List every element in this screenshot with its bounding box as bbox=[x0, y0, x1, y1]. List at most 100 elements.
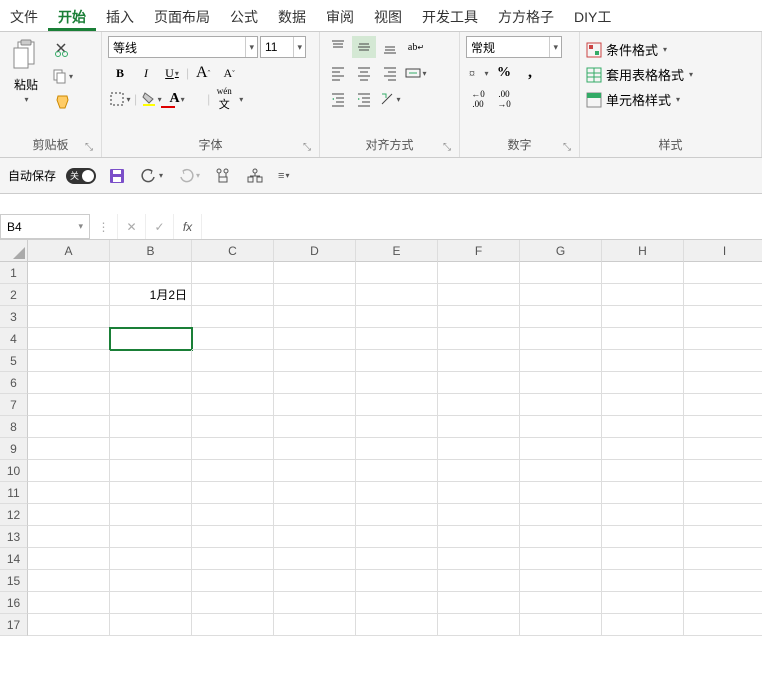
cell-D7[interactable] bbox=[274, 394, 356, 416]
cell-C3[interactable] bbox=[192, 306, 274, 328]
cell-I8[interactable] bbox=[684, 416, 762, 438]
font-size-input[interactable] bbox=[261, 40, 293, 54]
merge-button[interactable]: ▾ bbox=[404, 62, 428, 84]
cell-C16[interactable] bbox=[192, 592, 274, 614]
cell-I3[interactable] bbox=[684, 306, 762, 328]
row-header-16[interactable]: 16 bbox=[0, 592, 28, 614]
formula-tools-icon[interactable]: ⋮ bbox=[90, 214, 118, 239]
cell-I12[interactable] bbox=[684, 504, 762, 526]
cell-I7[interactable] bbox=[684, 394, 762, 416]
row-header-4[interactable]: 4 bbox=[0, 328, 28, 350]
cell-F6[interactable] bbox=[438, 372, 520, 394]
cell-C6[interactable] bbox=[192, 372, 274, 394]
borders-button[interactable]: ▾ bbox=[108, 88, 132, 110]
cell-H1[interactable] bbox=[602, 262, 684, 284]
cell-F14[interactable] bbox=[438, 548, 520, 570]
row-header-17[interactable]: 17 bbox=[0, 614, 28, 636]
cell-G9[interactable] bbox=[520, 438, 602, 460]
cell-B16[interactable] bbox=[110, 592, 192, 614]
cell-E1[interactable] bbox=[356, 262, 438, 284]
qat-tool2-button[interactable] bbox=[244, 165, 266, 187]
column-header-F[interactable]: F bbox=[438, 240, 520, 262]
tab-ffgz[interactable]: 方方格子 bbox=[488, 0, 564, 31]
decrease-decimal-button[interactable]: .00→0 bbox=[492, 88, 516, 110]
cell-A9[interactable] bbox=[28, 438, 110, 460]
fx-button[interactable]: fx bbox=[174, 214, 202, 239]
number-format-combo[interactable]: ▾ bbox=[466, 36, 562, 58]
cell-B3[interactable] bbox=[110, 306, 192, 328]
column-header-C[interactable]: C bbox=[192, 240, 274, 262]
cell-D2[interactable] bbox=[274, 284, 356, 306]
cell-G8[interactable] bbox=[520, 416, 602, 438]
row-header-11[interactable]: 11 bbox=[0, 482, 28, 504]
cell-H11[interactable] bbox=[602, 482, 684, 504]
cell-A14[interactable] bbox=[28, 548, 110, 570]
cell-H5[interactable] bbox=[602, 350, 684, 372]
cell-E9[interactable] bbox=[356, 438, 438, 460]
cell-F3[interactable] bbox=[438, 306, 520, 328]
cell-E8[interactable] bbox=[356, 416, 438, 438]
cell-H8[interactable] bbox=[602, 416, 684, 438]
cell-I9[interactable] bbox=[684, 438, 762, 460]
cell-D16[interactable] bbox=[274, 592, 356, 614]
cell-F15[interactable] bbox=[438, 570, 520, 592]
cell-B2[interactable]: 1月2日 bbox=[110, 284, 192, 306]
row-header-3[interactable]: 3 bbox=[0, 306, 28, 328]
cell-B7[interactable] bbox=[110, 394, 192, 416]
cell-F11[interactable] bbox=[438, 482, 520, 504]
qat-customize-button[interactable]: ≡▾ bbox=[276, 168, 291, 184]
underline-button[interactable]: U▾ bbox=[160, 62, 184, 84]
cell-I16[interactable] bbox=[684, 592, 762, 614]
italic-button[interactable]: I bbox=[134, 62, 158, 84]
currency-button[interactable]: ¤▾ bbox=[466, 62, 490, 84]
row-header-10[interactable]: 10 bbox=[0, 460, 28, 482]
cell-H10[interactable] bbox=[602, 460, 684, 482]
cell-C13[interactable] bbox=[192, 526, 274, 548]
copy-button[interactable]: ▾ bbox=[50, 66, 75, 86]
cell-D14[interactable] bbox=[274, 548, 356, 570]
cell-G1[interactable] bbox=[520, 262, 602, 284]
cell-A5[interactable] bbox=[28, 350, 110, 372]
column-header-B[interactable]: B bbox=[110, 240, 192, 262]
cell-H2[interactable] bbox=[602, 284, 684, 306]
cell-D9[interactable] bbox=[274, 438, 356, 460]
chevron-down-icon[interactable]: ▾ bbox=[549, 37, 561, 57]
cell-D1[interactable] bbox=[274, 262, 356, 284]
number-launcher-icon[interactable]: ⤡ bbox=[563, 142, 571, 153]
cell-I2[interactable] bbox=[684, 284, 762, 306]
cell-F13[interactable] bbox=[438, 526, 520, 548]
cell-C5[interactable] bbox=[192, 350, 274, 372]
cell-D12[interactable] bbox=[274, 504, 356, 526]
cell-A4[interactable] bbox=[28, 328, 110, 350]
tab-developer[interactable]: 开发工具 bbox=[412, 0, 488, 31]
cell-G5[interactable] bbox=[520, 350, 602, 372]
cell-I11[interactable] bbox=[684, 482, 762, 504]
cell-A1[interactable] bbox=[28, 262, 110, 284]
cell-F2[interactable] bbox=[438, 284, 520, 306]
tab-insert[interactable]: 插入 bbox=[96, 0, 144, 31]
cell-F4[interactable] bbox=[438, 328, 520, 350]
number-format-input[interactable] bbox=[467, 40, 549, 54]
cell-C4[interactable] bbox=[192, 328, 274, 350]
row-header-2[interactable]: 2 bbox=[0, 284, 28, 306]
cell-styles-button[interactable]: 单元格样式▾ bbox=[586, 88, 680, 111]
cell-F9[interactable] bbox=[438, 438, 520, 460]
cell-G14[interactable] bbox=[520, 548, 602, 570]
cell-F7[interactable] bbox=[438, 394, 520, 416]
column-header-H[interactable]: H bbox=[602, 240, 684, 262]
cell-C1[interactable] bbox=[192, 262, 274, 284]
grow-font-button[interactable]: Aˆ bbox=[191, 62, 215, 84]
cell-E5[interactable] bbox=[356, 350, 438, 372]
cell-E13[interactable] bbox=[356, 526, 438, 548]
cell-A8[interactable] bbox=[28, 416, 110, 438]
cell-D10[interactable] bbox=[274, 460, 356, 482]
cell-E2[interactable] bbox=[356, 284, 438, 306]
cell-G2[interactable] bbox=[520, 284, 602, 306]
qat-tool1-button[interactable] bbox=[212, 165, 234, 187]
save-button[interactable] bbox=[106, 165, 128, 187]
enter-formula-button[interactable]: ✓ bbox=[146, 214, 174, 239]
cell-H16[interactable] bbox=[602, 592, 684, 614]
cell-B11[interactable] bbox=[110, 482, 192, 504]
column-header-D[interactable]: D bbox=[274, 240, 356, 262]
row-header-5[interactable]: 5 bbox=[0, 350, 28, 372]
